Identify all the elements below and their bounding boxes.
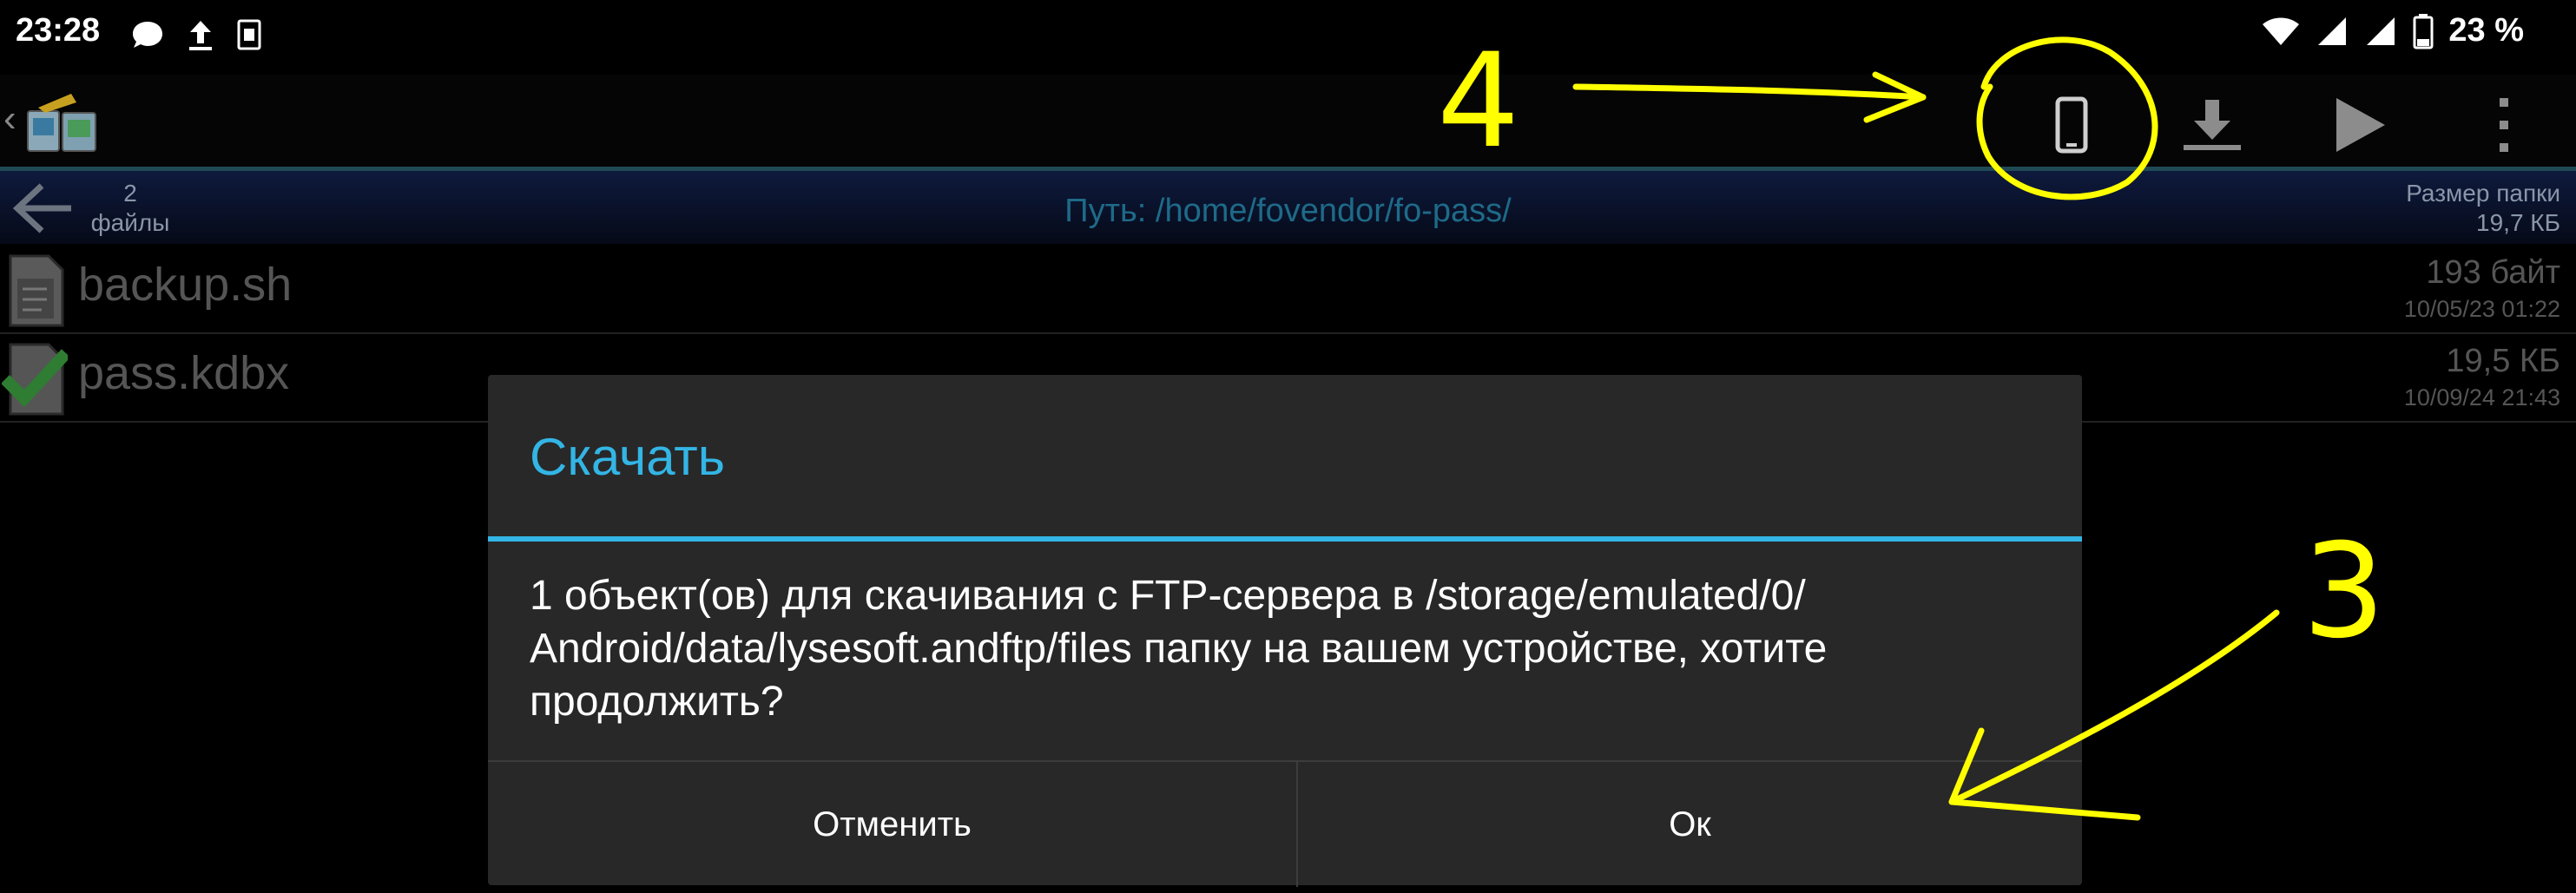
download-dialog: Скачать 1 объект(ов) для скачивания с FT…: [488, 375, 2082, 887]
folder-size-value: 19,7 КБ: [2476, 209, 2560, 236]
folder-size-label: Размер папки: [2406, 180, 2560, 207]
play-button[interactable]: [2316, 83, 2403, 167]
cancel-button[interactable]: Отменить: [488, 762, 1298, 887]
file-name: backup.sh: [78, 259, 293, 311]
checked-file-icon: [2, 343, 68, 416]
dialog-title-divider: [488, 536, 2082, 542]
status-bar: 23:28 23 %: [0, 0, 2576, 75]
status-right-icons: 23 %: [2261, 12, 2524, 49]
file-name: pass.kdbx: [78, 347, 290, 399]
app-logo-icon[interactable]: [19, 87, 106, 160]
up-chevron-icon[interactable]: ‹: [3, 97, 16, 141]
signal-icon-2: [2367, 16, 2395, 45]
battery-percent: 23 %: [2448, 12, 2524, 49]
annotation-label-4: 4: [1437, 26, 1520, 177]
dialog-message: 1 объект(ов) для скачивания с FTP-сервер…: [530, 573, 1828, 725]
file-row[interactable]: backup.sh 193 байт 10/05/23 01:22: [0, 246, 2576, 334]
phone-icon: [2055, 96, 2088, 154]
status-time: 23:28: [16, 12, 101, 49]
file-date: 10/05/23 01:22: [2403, 296, 2560, 322]
file-size: 19,5 КБ: [2446, 343, 2560, 379]
dialog-title: Скачать: [530, 428, 725, 486]
ok-button[interactable]: Ок: [1298, 762, 2082, 887]
download-button[interactable]: [2169, 83, 2256, 167]
dialog-buttons: Отменить Ок: [488, 760, 2082, 887]
local-device-button[interactable]: [2028, 83, 2115, 167]
file-size: 193 байт: [2426, 254, 2560, 291]
wifi-icon: [2263, 17, 2300, 45]
message-icon: [133, 22, 162, 48]
file-date: 10/09/24 21:43: [2403, 384, 2560, 410]
script-file-icon: [9, 254, 64, 327]
current-path: Путь: /home/fovendor/fo-pass/: [1064, 193, 1512, 229]
play-icon: [2336, 98, 2385, 152]
upload-icon: [189, 21, 212, 50]
signal-icon: [2318, 16, 2347, 45]
status-left-icons: [130, 17, 262, 52]
annotation-label-3: 3: [2303, 516, 2386, 667]
sim-icon: [237, 19, 261, 50]
download-icon: [2184, 100, 2241, 150]
folder-size: Размер папки 19,7 КБ: [2406, 179, 2560, 238]
battery-icon: [2413, 13, 2434, 49]
overflow-menu-button[interactable]: [2461, 83, 2547, 167]
overflow-menu-icon: [2500, 98, 2508, 152]
